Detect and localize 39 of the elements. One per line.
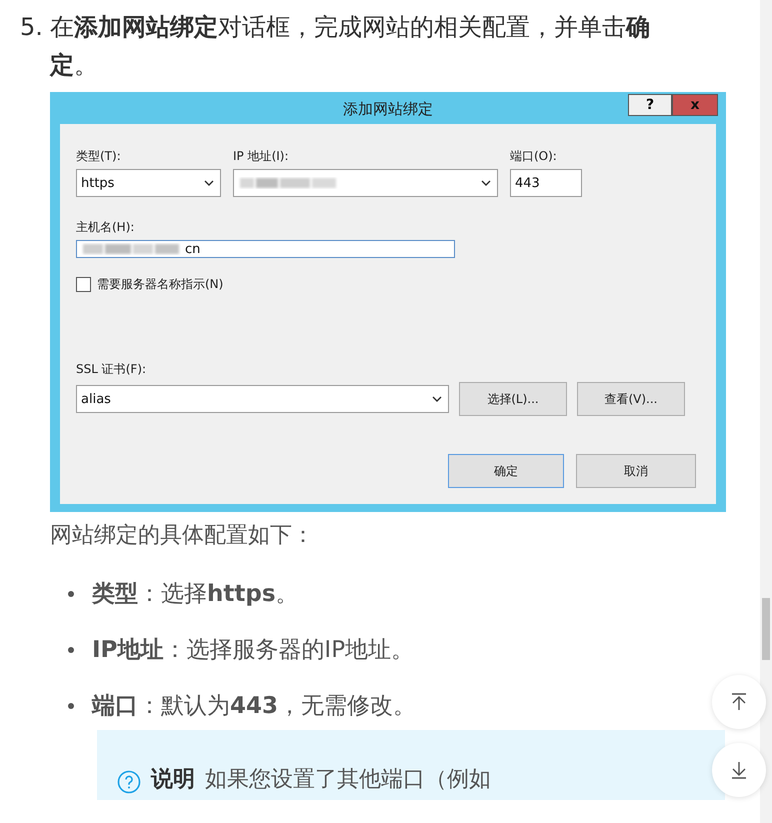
bullet-dot <box>68 703 74 709</box>
type-label: 类型(T): <box>76 148 122 165</box>
dialog-title: 添加网站绑定 <box>343 100 433 118</box>
certificate-button[interactable]: 查看(V)... <box>577 382 685 416</box>
arrow-up-icon <box>729 692 749 712</box>
sni-checkbox[interactable] <box>76 277 91 292</box>
ssl-certificate-dropdown[interactable]: alias <box>76 385 449 413</box>
bullet-dot <box>68 591 74 597</box>
step-instruction: 在添加网站绑定对话框，完成网站的相关配置，并单击确定。 <box>50 12 651 81</box>
type-dropdown[interactable]: https <box>76 169 221 197</box>
cancel-button[interactable]: 取消 <box>576 454 696 488</box>
port-label: 端口(O): <box>510 148 558 165</box>
bullet-text: 端口：默认为443，无需修改。 <box>92 692 416 721</box>
scrollbar-thumb[interactable] <box>762 598 770 660</box>
ip-address-dropdown[interactable] <box>233 169 498 197</box>
bullet-text: IP地址：选择服务器的IP地址。 <box>92 636 414 665</box>
chevron-down-icon <box>204 180 214 186</box>
chevron-down-icon <box>481 180 491 186</box>
host-name-label: 主机名(H): <box>76 219 134 236</box>
close-button[interactable]: x <box>672 94 718 116</box>
ip-address-label: IP 地址(I): <box>233 148 290 165</box>
bullet-dot <box>68 647 74 653</box>
ok-button[interactable]: 确定 <box>448 454 564 488</box>
note-text: 如果您设置了其他端口（例如 <box>205 766 491 794</box>
host-name-field[interactable]: cn <box>76 240 455 258</box>
sni-checkbox-label: 需要服务器名称指示(N) <box>97 276 224 293</box>
note-title: 说明 <box>151 766 195 794</box>
scrollbar[interactable] <box>760 0 772 823</box>
port-field[interactable]: 443 <box>510 169 582 197</box>
chevron-down-icon <box>432 396 442 402</box>
question-icon <box>117 770 141 794</box>
certificate-button[interactable]: 选择(L)... <box>459 382 567 416</box>
step-number: 5. <box>20 12 44 43</box>
help-button[interactable]: ? <box>628 94 672 116</box>
intro-text: 网站绑定的具体配置如下： <box>50 522 315 550</box>
bullet-text: 类型：选择https。 <box>92 580 299 609</box>
ssl-certificate-label: SSL 证书(F): <box>76 361 146 378</box>
arrow-down-icon <box>729 760 749 780</box>
back-to-top-button[interactable] <box>712 675 766 729</box>
